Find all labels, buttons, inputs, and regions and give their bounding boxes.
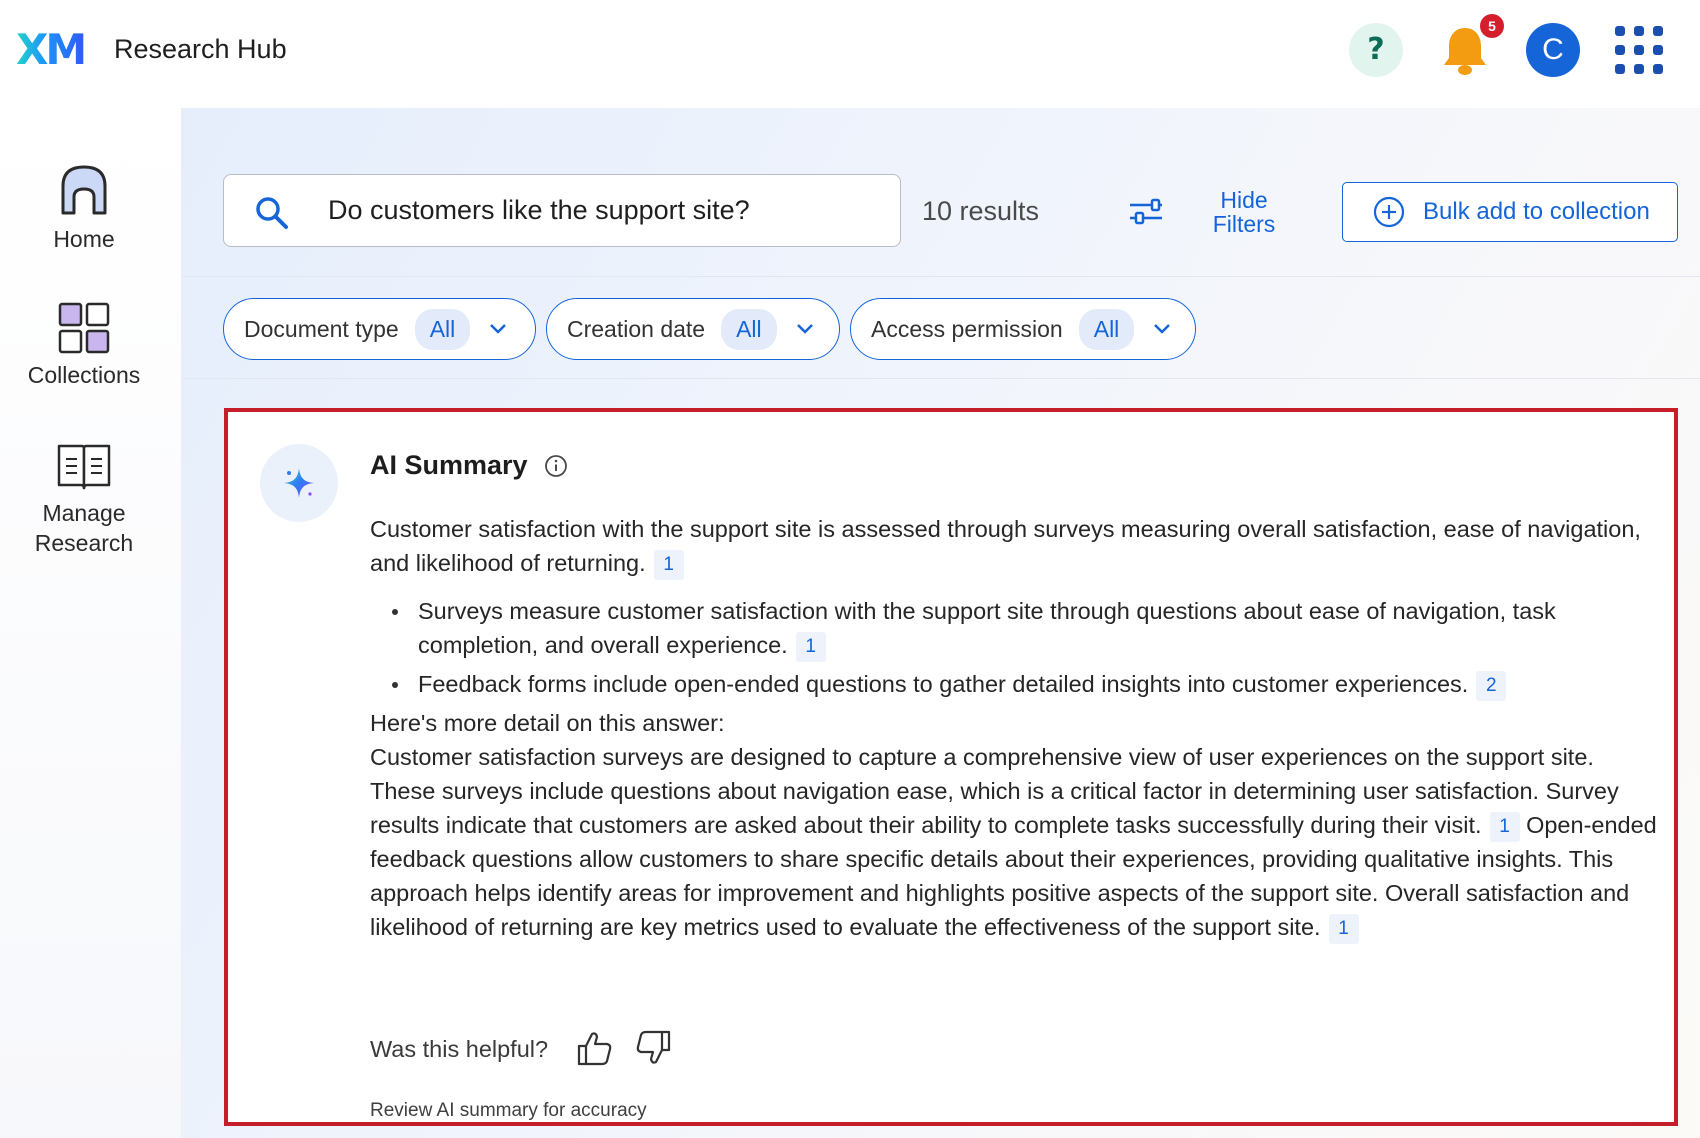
help-button[interactable]: ? — [1349, 23, 1403, 77]
filter-document-type[interactable]: Document type All — [223, 298, 536, 360]
help-icon: ? — [1367, 32, 1385, 67]
app-title: Research Hub — [114, 34, 287, 64]
hide-filters-button[interactable]: Hide Filters — [1128, 188, 1278, 238]
grid-dot — [1653, 63, 1664, 74]
thumbs-down-icon[interactable] — [634, 1028, 674, 1068]
chevron-down-icon — [796, 324, 813, 334]
notifications-button[interactable]: 5 — [1440, 14, 1504, 78]
citation-link[interactable]: 1 — [1489, 812, 1520, 842]
citation-link[interactable]: 1 — [1328, 914, 1359, 944]
ai-summary-card: AI Summary Customer satisfaction with th… — [224, 408, 1678, 1126]
grid-dot — [1633, 44, 1644, 55]
detail-text: Customer satisfaction surveys are design… — [370, 744, 1619, 838]
summary-bullets: Surveys measure customer satisfaction wi… — [370, 594, 1660, 701]
side-navigation: Home Collections Manage Research — [0, 108, 182, 1138]
grid-dot — [1614, 63, 1625, 74]
ai-summary-body: Customer satisfaction with the support s… — [370, 512, 1660, 944]
grid-dot — [1653, 26, 1664, 37]
home-icon — [61, 165, 107, 215]
chevron-down-icon — [1154, 324, 1171, 334]
filter-value: All — [721, 308, 777, 350]
ai-sparkle-badge — [260, 444, 338, 522]
divider — [182, 276, 1700, 277]
book-icon — [57, 444, 111, 490]
nav-item-manage-research[interactable]: Manage Research — [0, 442, 168, 558]
bullet-text: Surveys measure customer satisfaction wi… — [418, 598, 1556, 658]
summary-intro-text: Customer satisfaction with the support s… — [370, 516, 1641, 576]
summary-bullet: Surveys measure customer satisfaction wi… — [370, 594, 1660, 662]
filter-value: All — [414, 308, 471, 350]
summary-bullet: Feedback forms include open-ended questi… — [370, 667, 1660, 701]
grid-dot — [1633, 63, 1644, 74]
detail-paragraph: Customer satisfaction surveys are design… — [370, 740, 1660, 944]
filter-label: Document type — [244, 315, 399, 342]
search-icon — [256, 197, 288, 229]
filter-value: All — [1078, 308, 1135, 350]
nav-label-collections: Collections — [27, 362, 141, 388]
filter-label: Access permission — [871, 315, 1063, 342]
filter-label: Creation date — [567, 315, 706, 342]
helpful-prompt: Was this helpful? — [370, 1036, 549, 1062]
hide-filters-label-line1: Hide — [1220, 187, 1268, 213]
search-bar[interactable] — [223, 174, 901, 247]
detail-heading: Here's more detail on this answer: — [370, 710, 725, 736]
divider — [182, 378, 1700, 379]
filter-access-permission[interactable]: Access permission All — [850, 298, 1196, 360]
app-launcher-button[interactable] — [1614, 26, 1664, 74]
citation-link[interactable]: 2 — [1476, 671, 1507, 701]
grid-dot — [1633, 26, 1644, 37]
notification-badge: 5 — [1480, 14, 1504, 38]
nav-item-collections[interactable]: Collections — [0, 302, 168, 390]
search-input[interactable] — [328, 175, 888, 245]
bullet-text: Feedback forms include open-ended questi… — [418, 671, 1469, 697]
hide-filters-label-line2: Filters — [1212, 211, 1276, 237]
summary-intro: Customer satisfaction with the support s… — [370, 512, 1660, 580]
add-circle-icon — [1373, 196, 1405, 228]
thumbs-up-icon[interactable] — [574, 1028, 614, 1068]
xm-logo[interactable]: XM — [16, 28, 87, 72]
ai-summary-title: AI Summary — [370, 450, 528, 480]
bulk-add-label: Bulk add to collection — [1423, 198, 1650, 225]
citation-link[interactable]: 1 — [795, 632, 826, 662]
results-count: 10 results — [922, 196, 1040, 226]
nav-item-home[interactable]: Home — [0, 162, 168, 254]
info-icon[interactable] — [544, 454, 568, 478]
top-header: XM Research Hub ? 5 C — [0, 0, 1700, 108]
ai-disclaimer: Review AI summary for accuracy — [370, 1100, 647, 1121]
filter-creation-date[interactable]: Creation date All — [546, 298, 840, 360]
grid-dot — [1614, 44, 1625, 55]
collections-icon — [58, 302, 110, 354]
chevron-down-icon — [490, 324, 507, 334]
grid-dot — [1653, 44, 1664, 55]
hide-filters-label: Hide Filters — [1206, 188, 1282, 236]
filter-settings-icon — [1130, 198, 1162, 225]
grid-dot — [1614, 26, 1625, 37]
nav-label-manage-research: Manage Research — [34, 500, 134, 556]
citation-link[interactable]: 1 — [653, 550, 684, 580]
user-avatar[interactable]: C — [1526, 23, 1580, 77]
bulk-add-to-collection-button[interactable]: Bulk add to collection — [1342, 182, 1678, 242]
sparkle-icon — [284, 468, 314, 498]
nav-label-home: Home — [53, 226, 115, 252]
